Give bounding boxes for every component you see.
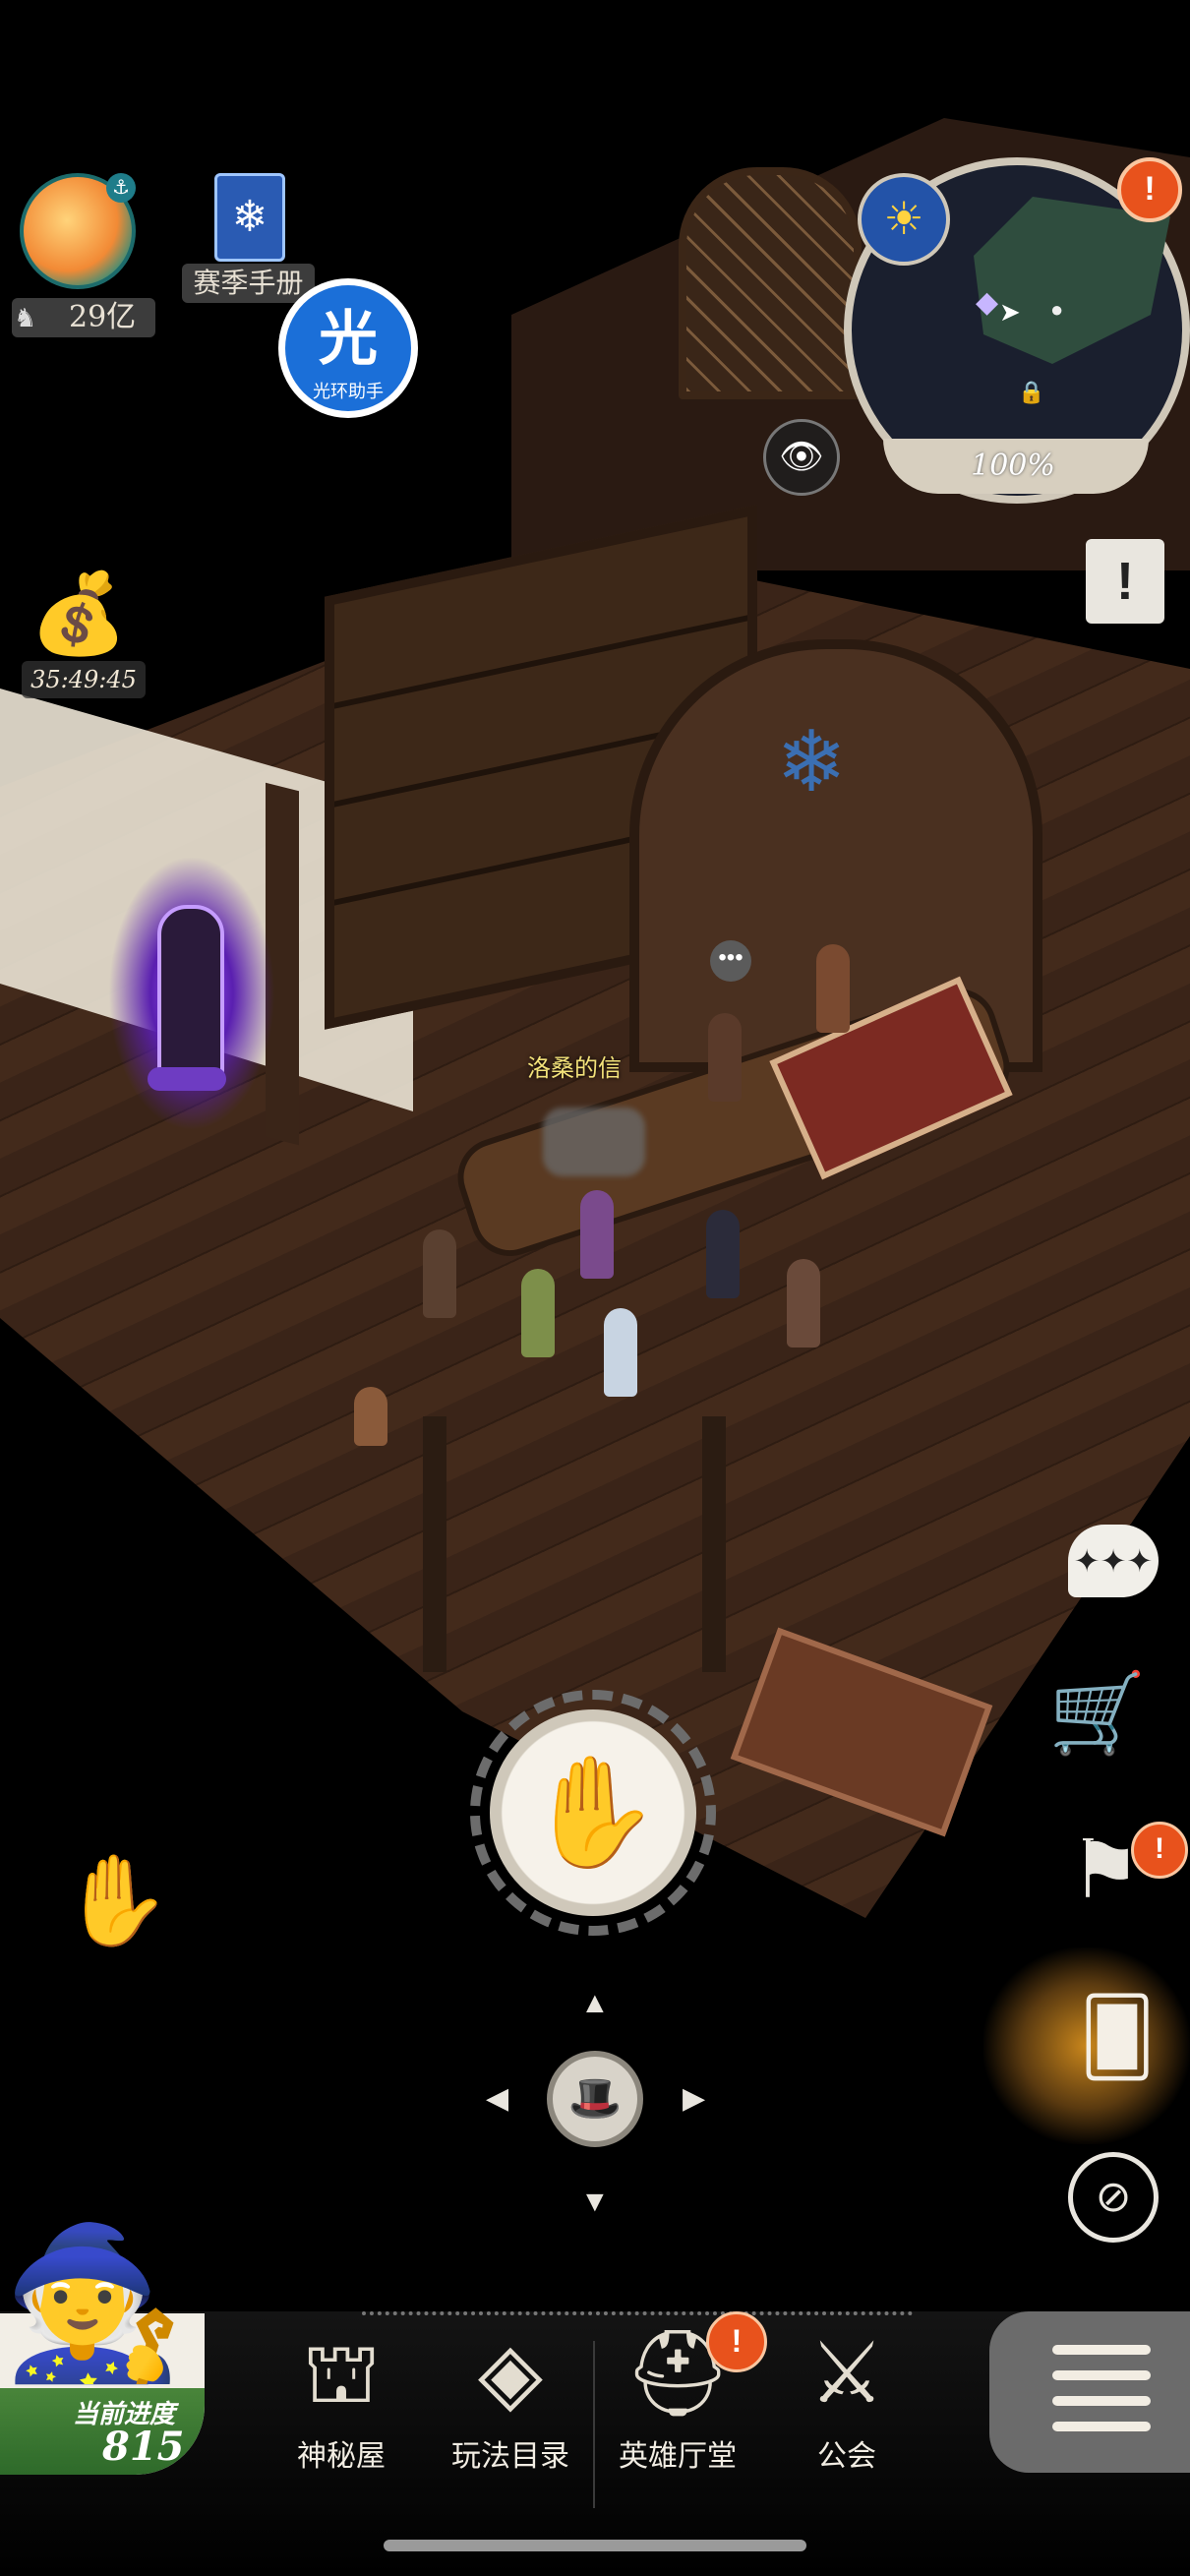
helper-label: 光环助手: [313, 382, 384, 401]
nav-mystery-house[interactable]: ⛫ 神秘屋: [277, 2319, 405, 2475]
pet-creature[interactable]: [354, 1387, 387, 1446]
arched-window: [679, 167, 862, 399]
card-deck-icon[interactable]: 🂠: [1072, 1993, 1162, 2083]
hero-hall-alert-badge: !: [706, 2311, 767, 2372]
party-member[interactable]: [604, 1308, 637, 1397]
nav-label: 神秘屋: [297, 2440, 386, 2473]
npc-speech-bubble[interactable]: •••: [710, 940, 751, 982]
npc-name-label[interactable]: 洛桑的信: [527, 1048, 622, 1083]
lock-marker-icon: 🔒: [1018, 380, 1045, 404]
quest-book-icon[interactable]: !: [1086, 539, 1164, 624]
guild-icon: ⚔: [808, 2326, 885, 2421]
crystal-marker-icon: ◆: [976, 286, 999, 319]
wooden-fence: [423, 1416, 726, 1672]
nav-label: 玩法目录: [451, 2440, 569, 2473]
mystery-house-icon: ⛫: [302, 2326, 381, 2421]
dpad-center-hat-icon[interactable]: 🎩: [547, 2051, 643, 2147]
player-character[interactable]: [580, 1190, 614, 1279]
day-night-icon[interactable]: ☀: [858, 173, 950, 266]
view-toggle-eye-icon[interactable]: 👁: [763, 419, 840, 496]
nav-gameplay-catalog[interactable]: ◈ 玩法目录: [446, 2319, 574, 2475]
dpad-left-arrow-icon[interactable]: ◀: [486, 2081, 508, 2116]
npc-innkeeper[interactable]: [816, 944, 850, 1033]
nav-label: 英雄厅堂: [619, 2440, 737, 2473]
reward-timer: 35:49:45: [22, 661, 146, 698]
player-marker-icon: ➤: [999, 297, 1021, 327]
shelf-row: [334, 615, 747, 709]
hero-portrait-icon: 🧙: [1, 2220, 186, 2385]
currency-icon: ♞: [14, 303, 37, 332]
snowflake-emblem-icon: ❄: [775, 715, 848, 809]
blurred-name: [543, 1108, 645, 1176]
emote-wave-icon[interactable]: ✋: [61, 1849, 171, 1952]
merchant-cart-icon[interactable]: 🛒: [1048, 1668, 1147, 1759]
gameplay-catalog-icon: ◈: [477, 2326, 544, 2421]
exploration-percent: 100%: [971, 449, 1055, 483]
hand-icon: ✋: [525, 1752, 661, 1873]
purple-lamp[interactable]: [157, 905, 224, 1080]
party-member[interactable]: [787, 1259, 820, 1348]
menu-icon: [1052, 2345, 1151, 2447]
dpad-up-arrow-icon[interactable]: ▲: [580, 1987, 610, 2020]
currency-amount: 29亿: [69, 300, 137, 334]
helper-logo: 光: [319, 305, 378, 374]
party-member[interactable]: [423, 1229, 456, 1318]
reward-bags-icon[interactable]: 💰: [20, 567, 138, 661]
lamp-base: [148, 1067, 226, 1091]
progress-value: 815: [102, 2424, 185, 2470]
npc-innkeeper[interactable]: [708, 1013, 742, 1102]
nav-separator: [593, 2341, 595, 2508]
nav-label: 公会: [817, 2440, 876, 2473]
banner-alert-badge: !: [1131, 1822, 1188, 1879]
compass-icon[interactable]: ⊘: [1068, 2152, 1159, 2243]
party-member[interactable]: [521, 1269, 555, 1357]
season-book-icon[interactable]: ❄: [214, 173, 285, 262]
home-indicator[interactable]: [384, 2540, 806, 2551]
dpad-down-arrow-icon[interactable]: ▼: [580, 2186, 610, 2219]
anchor-badge-icon: ⚓: [106, 173, 136, 203]
minimap-alert-badge[interactable]: !: [1117, 157, 1182, 222]
dpad-right-arrow-icon[interactable]: ▶: [683, 2081, 705, 2116]
party-member[interactable]: [706, 1210, 740, 1298]
nav-guild[interactable]: ⚔ 公会: [783, 2319, 911, 2475]
chat-button[interactable]: ✦✦✦: [1068, 1525, 1159, 1597]
poi-marker-icon: ●: [1050, 297, 1064, 322]
